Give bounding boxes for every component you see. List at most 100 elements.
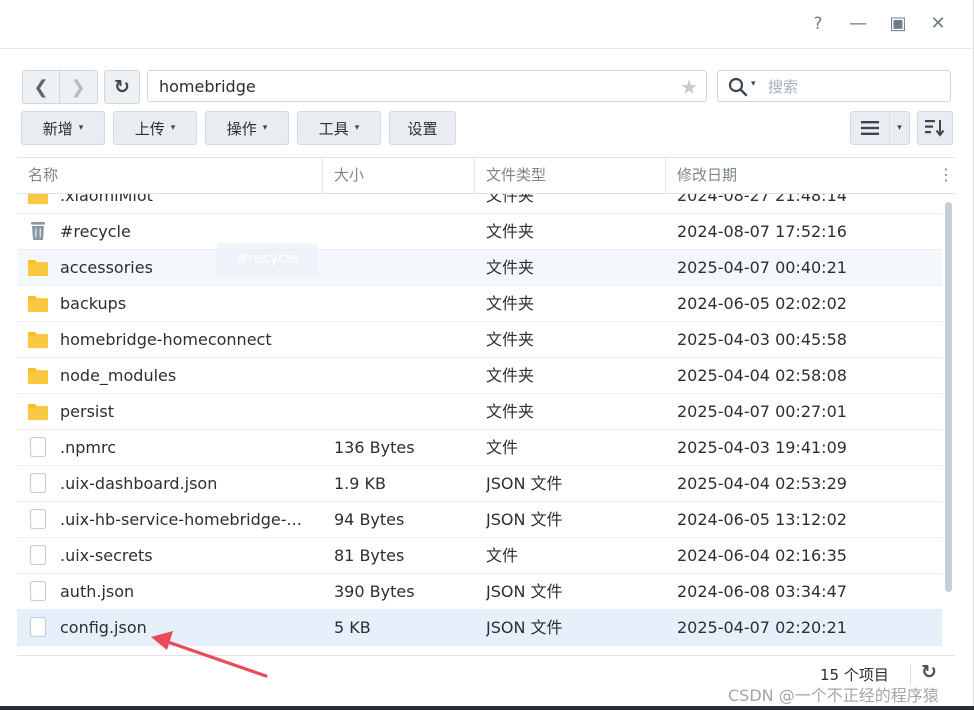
file-modified: 2025-04-04 02:53:29 bbox=[677, 474, 847, 493]
file-row[interactable]: .uix-dashboard.json 1.9 KB JSON 文件 2025-04-… bbox=[17, 466, 942, 502]
create-button-label: 新增 bbox=[42, 119, 73, 138]
file-modified: 2024-08-27 21:48:14 bbox=[677, 194, 847, 205]
file-row[interactable]: homebridge-homeconnect 文件夹 2025-04-03 00:4… bbox=[17, 322, 942, 358]
file-modified: 2024-06-08 03:34:47 bbox=[677, 582, 847, 601]
folder-icon bbox=[27, 257, 49, 277]
help-icon[interactable]: ? bbox=[806, 12, 830, 36]
forward-button[interactable]: ❯ bbox=[60, 71, 96, 103]
file-list: 名称 大小 文件类型 修改日期 ⋮ .xiaomiMiot 文件夹 2024-08-… bbox=[17, 157, 955, 656]
file-type: 文件夹 bbox=[486, 366, 535, 385]
file-row[interactable]: .uix-secrets 81 Bytes 文件 2024-06-04 02:16:3… bbox=[17, 538, 942, 574]
file-modified: 2024-06-05 02:02:02 bbox=[677, 294, 847, 313]
file-size bbox=[334, 286, 474, 321]
tools-button-label: 工具 bbox=[318, 119, 349, 138]
back-button[interactable]: ❮ bbox=[23, 71, 60, 103]
settings-button[interactable]: 设置 bbox=[389, 111, 456, 145]
file-type: JSON 文件 bbox=[486, 474, 563, 493]
file-size: 94 Bytes bbox=[334, 510, 405, 529]
file-size bbox=[334, 322, 474, 357]
path-field[interactable]: homebridge ★ bbox=[147, 70, 707, 102]
watermark: CSDN @一个不正经的程序猿 bbox=[728, 686, 939, 705]
file-type: 文件夹 bbox=[486, 330, 535, 349]
close-icon[interactable]: ✕ bbox=[926, 12, 950, 36]
column-name[interactable]: 名称 bbox=[17, 158, 323, 193]
list-view-icon[interactable] bbox=[851, 112, 890, 144]
file-row[interactable]: .uix-hb-service-homebridge-... 94 Bytes JS… bbox=[17, 502, 942, 538]
file-type: 文件夹 bbox=[486, 294, 535, 313]
column-type[interactable]: 文件类型 bbox=[475, 158, 666, 193]
file-name: .uix-dashboard.json bbox=[60, 474, 218, 493]
scrollbar-thumb[interactable] bbox=[945, 202, 952, 592]
file-row[interactable]: backups 文件夹 2024-06-05 02:02:02 bbox=[17, 286, 942, 322]
drag-ghost: #recycle bbox=[217, 243, 318, 275]
file-modified: 2024-06-05 13:12:02 bbox=[677, 510, 847, 529]
column-header: 名称 大小 文件类型 修改日期 ⋮ bbox=[17, 158, 955, 194]
file-size bbox=[334, 250, 474, 285]
search-input[interactable] bbox=[766, 75, 940, 99]
file-size: 81 Bytes bbox=[334, 546, 405, 565]
folder-icon bbox=[27, 293, 49, 313]
file-modified: 2025-04-04 02:58:08 bbox=[677, 366, 847, 385]
file-size bbox=[334, 194, 474, 213]
folder-icon bbox=[27, 329, 49, 349]
file-size: 390 Bytes bbox=[334, 582, 415, 601]
upload-button-label: 上传 bbox=[134, 119, 165, 138]
file-row[interactable]: auth.json 390 Bytes JSON 文件 2024-06-08 03:3… bbox=[17, 574, 942, 610]
file-row[interactable]: config.json 5 KB JSON 文件 2025-04-07 02:20:2… bbox=[17, 610, 942, 646]
search-icon[interactable] bbox=[728, 77, 748, 101]
file-row[interactable]: accessories 文件夹 2025-04-07 00:40:21 bbox=[17, 250, 942, 286]
title-bar: ? — ▣ ✕ bbox=[0, 0, 974, 49]
file-type: JSON 文件 bbox=[486, 510, 563, 529]
file-type: 文件夹 bbox=[486, 194, 535, 205]
file-type: 文件 bbox=[486, 546, 519, 565]
path-text: homebridge bbox=[159, 77, 256, 96]
folder-icon bbox=[27, 401, 49, 421]
file-icon bbox=[27, 616, 49, 638]
action-button[interactable]: 操作 ▾ bbox=[205, 111, 289, 145]
file-row[interactable]: .xiaomiMiot 文件夹 2024-08-27 21:48:14 bbox=[17, 194, 942, 214]
scrollbar[interactable] bbox=[942, 194, 955, 656]
view-mode-switcher: ▾ bbox=[850, 111, 910, 145]
file-name: backups bbox=[60, 294, 127, 313]
file-name: .xiaomiMiot bbox=[60, 194, 153, 205]
file-row[interactable]: persist 文件夹 2025-04-07 00:27:01 bbox=[17, 394, 942, 430]
taskbar-strip bbox=[0, 706, 974, 710]
upload-button[interactable]: 上传 ▾ bbox=[113, 111, 197, 145]
file-name: homebridge-homeconnect bbox=[60, 330, 272, 349]
search-scope-caret-icon[interactable]: ▾ bbox=[751, 79, 756, 89]
search-box: ▾ bbox=[717, 70, 951, 102]
file-modified: 2025-04-07 02:20:21 bbox=[677, 618, 847, 637]
status-divider bbox=[910, 664, 911, 684]
trash-icon bbox=[27, 221, 49, 241]
maximize-icon[interactable]: ▣ bbox=[886, 12, 910, 36]
file-row[interactable]: #recycle 文件夹 2024-08-07 17:52:16 bbox=[17, 214, 942, 250]
file-type: 文件夹 bbox=[486, 222, 535, 241]
column-menu-icon[interactable]: ⋮ bbox=[937, 158, 955, 193]
sort-icon[interactable] bbox=[917, 111, 953, 145]
file-modified: 2024-06-04 02:16:35 bbox=[677, 546, 847, 565]
file-type: JSON 文件 bbox=[486, 618, 563, 637]
file-type: 文件夹 bbox=[486, 402, 535, 421]
column-modified[interactable]: 修改日期 bbox=[666, 158, 937, 193]
settings-button-label: 设置 bbox=[407, 119, 438, 138]
file-name: auth.json bbox=[60, 582, 135, 601]
file-icon bbox=[27, 472, 49, 494]
file-row[interactable]: .npmrc 136 Bytes 文件 2025-04-03 19:41:09 bbox=[17, 430, 942, 466]
create-button[interactable]: 新增 ▾ bbox=[21, 111, 105, 145]
file-name: .npmrc bbox=[60, 438, 116, 457]
file-type: 文件 bbox=[486, 438, 519, 457]
file-size bbox=[334, 214, 474, 249]
refresh-button[interactable]: ↻ bbox=[104, 70, 140, 104]
history-nav: ❮ ❯ bbox=[22, 70, 98, 104]
column-size[interactable]: 大小 bbox=[323, 158, 475, 193]
tools-button[interactable]: 工具 ▾ bbox=[297, 111, 381, 145]
file-name: .uix-secrets bbox=[60, 546, 153, 565]
minimize-icon[interactable]: — bbox=[846, 12, 870, 36]
file-row[interactable]: node_modules 文件夹 2025-04-04 02:58:08 bbox=[17, 358, 942, 394]
favorite-star-icon[interactable]: ★ bbox=[680, 75, 698, 99]
folder-icon bbox=[27, 194, 49, 205]
file-size: 136 Bytes bbox=[334, 438, 415, 457]
status-refresh-icon[interactable]: ↻ bbox=[921, 661, 937, 683]
view-mode-caret-icon[interactable]: ▾ bbox=[890, 112, 909, 144]
file-modified: 2025-04-07 00:40:21 bbox=[677, 258, 847, 277]
